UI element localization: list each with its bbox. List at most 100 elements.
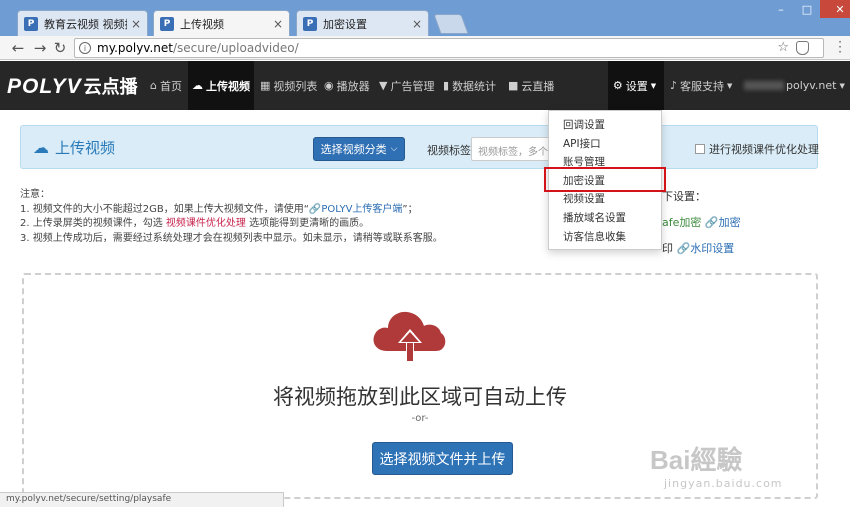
bell-icon: ♪ [670,79,678,92]
tag-input[interactable]: 视频标签，多个 [471,137,551,161]
upload-client-link[interactable]: POLYV上传客户端 [321,204,402,215]
tab-close-icon[interactable]: × [412,17,422,31]
menu-item-callback[interactable]: 回调设置 [549,116,661,135]
back-arrow-icon[interactable]: ← [9,39,27,57]
gear-icon: ⚙ [612,79,623,92]
highlight-annotation [544,167,666,192]
link-icon: 🔗 [676,242,691,255]
window-close-icon[interactable]: ✕ [820,0,850,18]
watermark-settings-link[interactable]: 水印设置 [690,242,734,255]
forward-arrow-icon[interactable]: → [31,39,49,57]
upload-panel-header: ☁ 上传视频 选择视频分类 ⌵ 视频标签 视频标签，多个 进行视频课件优化处理 [20,125,819,169]
polyv-favicon-icon: P [303,16,317,31]
menu-item-visitor-info[interactable]: 访客信息收集 [549,228,661,247]
select-file-upload-button[interactable]: 选择视频文件并上传 [372,442,513,475]
notes-line-1: 1. 视频文件的大小不能超过2GB，如果上传大视频文件，请使用“🔗POLYV上传… [20,203,443,218]
nav-item-upload[interactable]: ☁ 上传视频 [188,61,254,110]
checkbox-box[interactable] [695,144,705,154]
tab-close-icon[interactable]: × [131,17,141,31]
site-navbar: POLYV 云点播 ⌂ 首页 ☁ 上传视频 ▦ 视频列表 ◉ 播放器 ▼ 广告管理… [0,61,850,110]
url-host: my.polyv.net [97,41,173,55]
tag-label: 视频标签 [427,144,471,157]
menu-item-domain[interactable]: 播放域名设置 [549,209,661,228]
nav-item-live[interactable]: ■ 云直播 [504,61,558,110]
info-icon[interactable]: i [79,42,91,54]
notes-line-2: 2. 上传录屏类的视频课件，勾选 视频课件优化处理 选项能得到更清晰的画质。 [20,217,443,232]
tab-label: 加密设置 [323,17,367,31]
home-icon: ⌂ [150,79,157,92]
nav-item-player[interactable]: ◉ 播放器 [320,61,374,110]
url-path: /secure/uploadvideo/ [172,41,299,55]
watermark-main: Bai經驗 [650,445,743,475]
nav-item-label: 视频列表 [273,79,318,93]
browser-menu-icon[interactable]: · · · [838,36,842,58]
settings-hint: 下设置： afe加密 🔗加密 印 🔗水印设置 [662,184,741,262]
browser-tab-1[interactable]: P 教育云视频 视频托管 _ ( × [17,10,148,36]
category-button-label: 选择视频分类 [320,143,387,156]
note-text: ”； [402,203,418,215]
cloud-upload-icon [373,311,446,361]
playsafe-text: afe加密 [662,216,702,229]
note-text: 2. 上传录屏类的视频课件，勾选 [20,218,163,229]
polyv-favicon-icon: P [24,16,38,31]
nav-item-label: 上传视频 [206,79,250,93]
nav-item-video-list[interactable]: ▦ 视频列表 [256,61,321,110]
nav-item-label: 广告管理 [390,79,435,93]
nav-settings-label: 设置 [625,79,648,93]
browser-tab-2[interactable]: P 上传视频 × [153,10,290,36]
browser-tab-3[interactable]: P 加密设置 × [296,10,429,36]
filter-icon: ▼ [379,79,388,92]
film-icon: ▦ [260,79,271,92]
menu-item-api[interactable]: API接口 [549,135,661,154]
panel-title-text: 上传视频 [55,139,116,157]
note-text: 选项能得到更清晰的画质。 [249,218,370,229]
nav-item-stats[interactable]: ▮ 数据统计 [439,61,500,110]
nav-support[interactable]: ♪ 客服支持 ▼ [666,61,739,110]
or-separator: -or- [411,413,429,424]
cloud-upload-icon: ☁ [33,138,49,157]
baidu-watermark: Bai經驗 jingyan.baidu.com [650,440,820,490]
polyv-logo[interactable]: POLYV 云点播 [7,73,138,99]
select-category-button[interactable]: 选择视频分类 ⌵ [313,137,405,161]
encrypt-link[interactable]: 加密 [719,216,741,229]
nav-item-label: 数据统计 [452,79,497,93]
panel-title: ☁ 上传视频 [33,137,115,158]
hint-line-1: 下设置： [662,190,706,203]
extension-shield-icon[interactable] [796,41,809,55]
menu-item-video-settings[interactable]: 视频设置 [549,190,661,209]
upload-notes: 注意： 1. 视频文件的大小不能超过2GB，如果上传大视频文件，请使用“🔗POL… [20,188,443,246]
maximize-icon[interactable]: □ [794,0,820,18]
nav-item-home[interactable]: ⌂ 首页 [146,61,186,110]
logo-text: POLYV [7,75,82,98]
nav-account-label: polyv.net [786,79,837,92]
hint-line-3: 印 🔗水印设置 [662,236,741,262]
address-bar[interactable]: i my.polyv.net/secure/uploadvideo/ ☆ [74,38,824,58]
video-camera-icon: ■ [508,79,519,92]
bookmark-star-icon[interactable]: ☆ [777,40,789,55]
account-blur [744,81,784,90]
minimize-icon[interactable]: – [768,0,794,18]
nav-item-label: 首页 [159,79,182,93]
browser-toolbar: ← → ↻ i my.polyv.net/secure/uploadvideo/… [0,36,850,60]
nav-item-label: 播放器 [336,79,370,93]
nav-support-label: 客服支持 [680,79,725,93]
window-controls: – □ ✕ [768,0,850,18]
notes-heading: 注意： [20,189,50,200]
play-circle-icon: ◉ [324,79,334,92]
logo-cn-text: 云点播 [83,77,138,97]
bar-chart-icon: ▮ [443,79,450,92]
hint-line-2: afe加密 🔗加密 [662,210,741,236]
nav-item-ads[interactable]: ▼ 广告管理 [375,61,438,110]
drop-instruction: 将视频拖放到此区域可自动上传 [273,385,567,409]
optimize-label: 进行视频课件优化处理 [709,143,819,156]
caret-down-icon: ▼ [839,81,845,90]
tab-close-icon[interactable]: × [273,17,283,31]
nav-account[interactable]: polyv.net ▼ [740,61,850,110]
caret-down-icon: ▼ [727,81,733,90]
tab-label: 教育云视频 视频托管 _ ( [44,17,127,31]
optimize-checkbox[interactable]: 进行视频课件优化处理 [695,141,819,157]
caret-down-icon: ▼ [650,81,657,90]
nav-settings[interactable]: ⚙ 设置 ▼ [608,61,664,110]
reload-icon[interactable]: ↻ [51,39,69,57]
new-tab-button[interactable] [433,14,469,34]
